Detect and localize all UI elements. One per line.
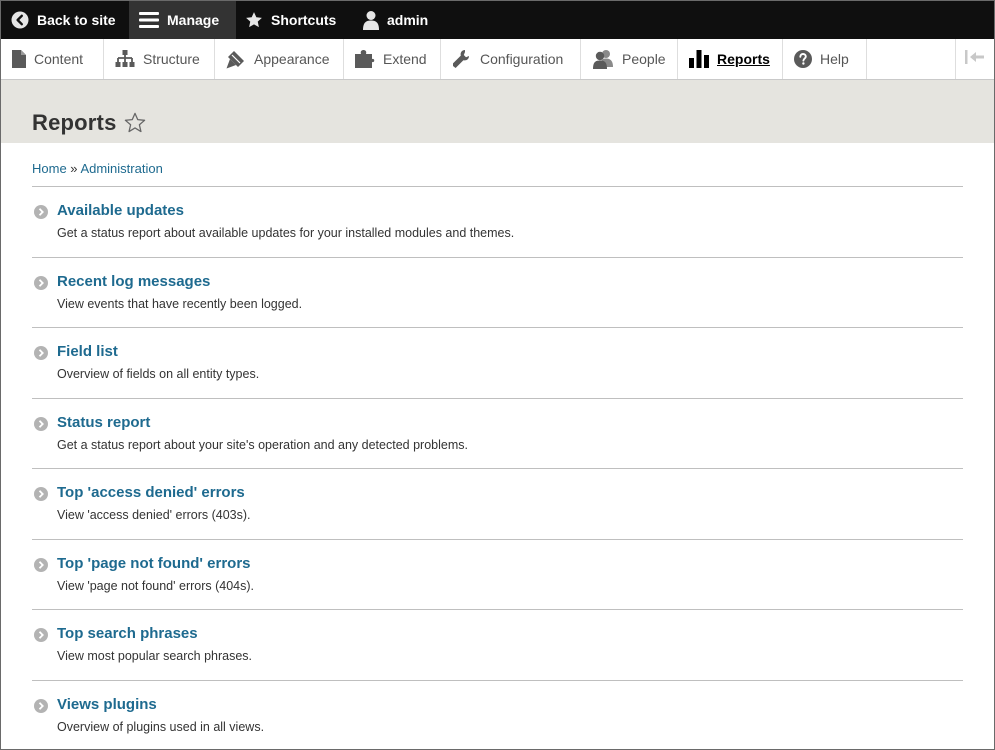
page-not-found-errors-link[interactable]: Top 'page not found' errors — [57, 555, 251, 572]
page-frame: Back to site Manage Shortcuts admin Cont… — [0, 0, 995, 750]
manage-tab[interactable]: Manage — [129, 1, 236, 39]
item-description: Overview of fields on all entity types. — [57, 367, 260, 381]
top-search-phrases-link[interactable]: Top search phrases — [57, 625, 198, 642]
breadcrumb-home-link[interactable]: Home — [32, 161, 67, 176]
list-item: Available updates Get a status report ab… — [32, 187, 963, 258]
tray-item-label: Extend — [383, 51, 427, 67]
tray-item-label: Reports — [717, 51, 770, 67]
available-updates-link[interactable]: Available updates — [57, 202, 184, 219]
page-title: Reports — [32, 110, 117, 135]
tray-item-people[interactable]: People — [581, 39, 678, 79]
wrench-icon — [452, 49, 472, 69]
sitemap-icon — [115, 50, 135, 68]
shortcuts-label: Shortcuts — [271, 12, 337, 28]
item-description: View 'page not found' errors (404s). — [57, 578, 255, 593]
orientation-toggle-button[interactable] — [955, 39, 994, 79]
tray-item-structure[interactable]: Structure — [104, 39, 215, 79]
back-to-site-label: Back to site — [37, 12, 116, 28]
list-item: Recent log messages View events that hav… — [32, 258, 963, 328]
tray-item-label: People — [622, 51, 666, 67]
tray-item-label: Configuration — [480, 51, 564, 67]
chevron-right-circle-icon — [34, 205, 48, 219]
chevron-right-circle-icon — [34, 698, 48, 713]
item-description: Get a status report about available upda… — [57, 226, 515, 240]
chevron-right-circle-icon — [34, 628, 48, 642]
list-item: Top 'access denied' errors View 'access … — [32, 469, 963, 540]
breadcrumb-separator: » — [66, 161, 81, 176]
field-list-link[interactable]: Field list — [57, 343, 118, 360]
star-icon — [245, 11, 263, 29]
user-tab[interactable]: admin — [363, 1, 428, 39]
tray-item-content[interactable]: Content — [1, 39, 104, 79]
item-description: View 'access denied' errors (403s). — [57, 508, 251, 522]
chevron-right-circle-icon — [34, 416, 48, 431]
manage-tray: Content Structure Appearance Extend Conf — [1, 39, 994, 80]
list-item: Views plugins Overview of plugins used i… — [32, 681, 963, 750]
list-item: Field list Overview of fields on all ent… — [32, 328, 963, 399]
tray-item-label: Structure — [143, 51, 200, 67]
shortcuts-tab[interactable]: Shortcuts — [245, 1, 336, 39]
tray-item-label: Appearance — [254, 51, 330, 67]
admin-list: Available updates Get a status report ab… — [32, 186, 963, 750]
recent-log-messages-link[interactable]: Recent log messages — [57, 273, 210, 290]
item-description: Get a status report about your site's op… — [57, 437, 468, 452]
bar-chart-icon — [689, 50, 709, 68]
manage-label: Manage — [167, 12, 220, 28]
arrow-left-circle-icon — [11, 11, 29, 29]
tray-item-extend[interactable]: Extend — [344, 39, 441, 79]
paintbrush-icon — [226, 49, 246, 69]
page-header: Reports — [1, 80, 994, 143]
tray-item-configuration[interactable]: Configuration — [441, 39, 581, 79]
tray-item-label: Help — [820, 51, 849, 67]
tray-item-label: Content — [34, 51, 84, 67]
chevron-right-circle-icon — [34, 346, 48, 360]
tray-item-help[interactable]: Help — [783, 39, 867, 79]
views-plugins-link[interactable]: Views plugins — [57, 696, 157, 713]
hamburger-menu-icon — [139, 11, 159, 29]
status-report-link[interactable]: Status report — [57, 414, 150, 431]
list-item: Top search phrases View most popular sea… — [32, 610, 963, 681]
people-icon — [592, 49, 614, 69]
help-icon — [794, 50, 812, 68]
puzzle-icon — [355, 50, 375, 68]
tray-item-reports[interactable]: Reports — [678, 39, 783, 79]
item-description: Overview of plugins used in all views. — [57, 719, 265, 734]
item-description: View events that have recently been logg… — [57, 296, 303, 311]
list-item: Top 'page not found' errors View 'page n… — [32, 540, 963, 610]
collapse-arrow-icon — [965, 49, 985, 70]
tray-item-appearance[interactable]: Appearance — [215, 39, 344, 79]
list-item: Status report Get a status report about … — [32, 399, 963, 469]
chevron-right-circle-icon — [34, 487, 48, 501]
breadcrumb: Home » Administration — [32, 161, 163, 176]
breadcrumb-administration-link[interactable]: Administration — [80, 161, 162, 176]
add-shortcut-star-icon[interactable] — [124, 112, 146, 138]
admin-toolbar: Back to site Manage Shortcuts admin — [1, 1, 994, 39]
back-to-site-link[interactable]: Back to site — [11, 1, 116, 39]
file-icon — [12, 50, 26, 68]
user-label: admin — [387, 12, 429, 28]
access-denied-errors-link[interactable]: Top 'access denied' errors — [57, 484, 245, 501]
item-description: View most popular search phrases. — [57, 649, 253, 663]
user-icon — [363, 10, 379, 30]
chevron-right-circle-icon — [34, 275, 48, 290]
chevron-right-circle-icon — [34, 557, 48, 572]
